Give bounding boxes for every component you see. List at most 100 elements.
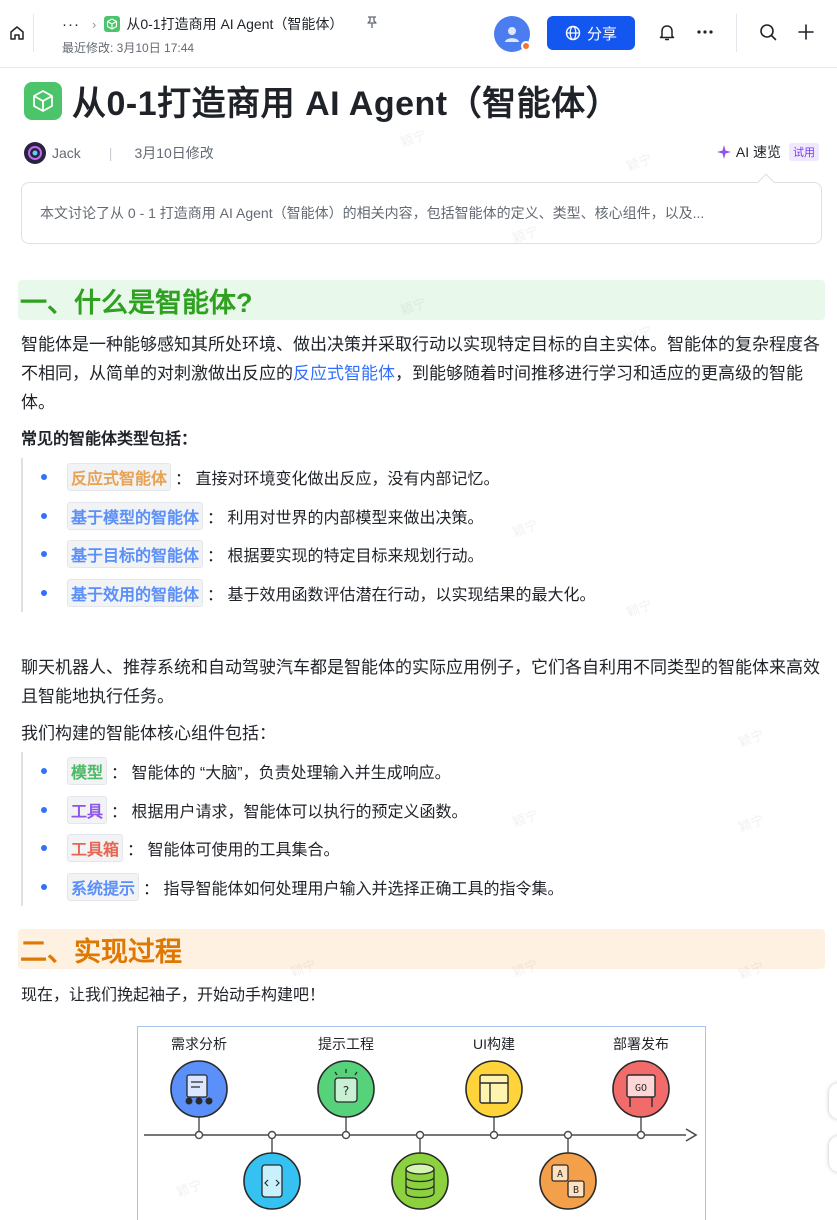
modified-date: 3月10日修改 bbox=[134, 145, 214, 161]
timeline-node bbox=[563, 1130, 573, 1140]
svg-text:GO: GO bbox=[635, 1083, 647, 1094]
type-desc: ： 根据要实现的特定目标来规划行动。 bbox=[207, 548, 484, 566]
watermark-text: 颖宁 bbox=[736, 811, 767, 835]
top-bar: ··· › 从0-1打造商用 AI Agent（智能体） 最近修改: 3月10日… bbox=[0, 0, 837, 68]
requirements-icon bbox=[170, 1060, 228, 1118]
bullet-dot bbox=[41, 883, 47, 890]
list-item: 基于效用的智能体 ： 基于效用函数评估潜在行动，以实现结果的最大化。 bbox=[23, 574, 595, 613]
breadcrumb: ··· › 从0-1打造商用 AI Agent（智能体） bbox=[62, 12, 379, 36]
list-item: 系统提示 ： 指导智能体如何处理用户输入并选择正确工具的指令集。 bbox=[23, 868, 563, 907]
section2-intro: 现在，让我们挽起袖子，开始动手构建吧！ bbox=[21, 987, 326, 1004]
ai-summary-box[interactable]: 本文讨论了从 0 - 1 打造商用 AI Agent（智能体）的相关内容，包括智… bbox=[21, 182, 822, 244]
bullet-dot bbox=[41, 589, 47, 596]
mobile-code-icon bbox=[243, 1152, 301, 1210]
list-item: 反应式智能体 ： 直接对环境变化做出反应，没有内部记忆。 bbox=[23, 458, 595, 497]
component-desc: ： 智能体的 “大脑”，负责处理输入并生成响应。 bbox=[111, 765, 451, 783]
component-term: 工具箱 bbox=[67, 834, 124, 863]
svg-text:?: ? bbox=[343, 1084, 349, 1098]
timeline-node bbox=[341, 1130, 351, 1140]
bullet-dot bbox=[41, 474, 47, 481]
last-modified-text: 最近修改: 3月10日 17:44 bbox=[62, 41, 195, 55]
database-icon bbox=[391, 1152, 449, 1210]
doc-cube-icon[interactable] bbox=[24, 81, 62, 120]
list-item: 模型 ： 智能体的 “大脑”，负责处理输入并生成响应。 bbox=[23, 752, 563, 791]
document-body: 从0-1打造商用 AI Agent（智能体） Jack | 3月10日修改 AI… bbox=[0, 68, 837, 1220]
section-heading-1: 一、什么是智能体? bbox=[18, 280, 825, 320]
ai-summary-button[interactable]: AI 速览 试用 bbox=[716, 142, 819, 162]
list-item: 工具箱 ： 智能体可使用的工具集合。 bbox=[23, 829, 563, 868]
timeline-node bbox=[636, 1130, 646, 1140]
process-diagram[interactable]: 需求分析 提示工程 UI构建 部署发布 ? GO A B bbox=[137, 1026, 706, 1220]
watermark-text: 颖宁 bbox=[624, 150, 655, 174]
component-desc: ： 根据用户请求，智能体可以执行的预定义函数。 bbox=[111, 803, 468, 821]
doc-meta: Jack | 3月10日修改 bbox=[24, 142, 214, 164]
breadcrumb-more-button[interactable]: ··· bbox=[62, 16, 80, 33]
globe-icon bbox=[565, 25, 581, 41]
home-icon bbox=[9, 26, 24, 40]
component-term: 模型 bbox=[67, 757, 108, 786]
user-avatar[interactable] bbox=[494, 16, 531, 52]
timeline-node bbox=[194, 1130, 204, 1140]
trial-badge: 试用 bbox=[789, 143, 819, 161]
ai-summary-label: AI 速览 bbox=[735, 144, 781, 160]
type-desc: ： 利用对世界的内部模型来做出决策。 bbox=[207, 509, 484, 527]
component-desc: ： 指导智能体如何处理用户输入并选择正确工具的指令集。 bbox=[143, 880, 564, 898]
list-item: 基于模型的智能体 ： 利用对世界的内部模型来做出决策。 bbox=[23, 497, 595, 536]
type-term: 基于目标的智能体 bbox=[67, 540, 204, 569]
reactive-agent-link[interactable]: 反应式智能体 bbox=[293, 364, 395, 383]
more-options-icon[interactable] bbox=[693, 20, 717, 44]
bullet-dot bbox=[41, 551, 47, 558]
bullet-dot bbox=[41, 806, 47, 813]
component-term: 工具 bbox=[67, 795, 108, 824]
home-button[interactable] bbox=[0, 14, 34, 52]
watermark-text: 颖宁 bbox=[624, 596, 655, 620]
toolbar-divider bbox=[736, 14, 737, 52]
doc-cube-icon bbox=[104, 16, 121, 32]
ui-build-icon bbox=[465, 1060, 523, 1118]
share-button[interactable]: 分享 bbox=[547, 16, 635, 50]
agent-types-list: 反应式智能体 ： 直接对环境变化做出反应，没有内部记忆。 基于模型的智能体 ： … bbox=[21, 458, 595, 612]
user-icon bbox=[505, 27, 519, 42]
status-dot bbox=[521, 41, 531, 51]
summary-text: 本文讨论了从 0 - 1 打造商用 AI Agent（智能体）的相关内容，包括智… bbox=[40, 205, 705, 221]
list-item: 工具 ： 根据用户请求，智能体可以执行的预定义函数。 bbox=[23, 791, 563, 830]
svg-text:B: B bbox=[573, 1185, 579, 1196]
component-term: 系统提示 bbox=[67, 872, 140, 901]
side-scroll-handle[interactable] bbox=[829, 1136, 837, 1172]
components-list: 模型 ： 智能体的 “大脑”，负责处理输入并生成响应。 工具 ： 根据用户请求，… bbox=[21, 752, 563, 906]
examples-paragraph: 聊天机器人、推荐系统和自动驾驶汽车都是智能体的实际应用例子，它们各自利用不同类型… bbox=[21, 658, 820, 706]
type-term: 基于模型的智能体 bbox=[67, 501, 204, 530]
prompt-engineering-icon: ? bbox=[317, 1060, 375, 1118]
section-heading-2: 二、实现过程 bbox=[18, 929, 825, 969]
breadcrumb-doc-title[interactable]: 从0-1打造商用 AI Agent（智能体） bbox=[126, 14, 343, 34]
bullet-dot bbox=[41, 768, 47, 775]
deploy-icon: GO bbox=[612, 1060, 670, 1118]
component-desc: ： 智能体可使用的工具集合。 bbox=[127, 842, 340, 860]
types-heading: 常见的智能体类型包括： bbox=[21, 431, 198, 448]
pin-icon[interactable] bbox=[365, 15, 379, 33]
side-scroll-handle[interactable] bbox=[829, 1083, 837, 1119]
bullet-dot bbox=[41, 512, 47, 519]
share-label: 分享 bbox=[586, 25, 617, 43]
list-item: 基于目标的智能体 ： 根据要实现的特定目标来规划行动。 bbox=[23, 535, 595, 574]
type-desc: ： 直接对环境变化做出反应，没有内部记忆。 bbox=[175, 471, 500, 489]
timeline-node bbox=[489, 1130, 499, 1140]
type-term: 反应式智能体 bbox=[67, 463, 172, 492]
plus-icon[interactable] bbox=[794, 20, 818, 44]
timeline-arrow-icon bbox=[685, 1128, 698, 1142]
timeline-node bbox=[267, 1130, 277, 1140]
sparkle-icon bbox=[716, 145, 731, 159]
doc-title-row: 从0-1打造商用 AI Agent（智能体） bbox=[24, 76, 620, 125]
author-name[interactable]: Jack bbox=[52, 145, 81, 161]
search-icon[interactable] bbox=[756, 20, 780, 44]
intro-paragraph: 智能体是一种能够感知其所处环境、做出决策并采取行动以实现特定目标的自主实体。智能… bbox=[21, 330, 821, 417]
author-avatar[interactable] bbox=[24, 142, 46, 164]
bullet-dot bbox=[41, 845, 47, 852]
type-desc: ： 基于效用函数评估潜在行动，以实现结果的最大化。 bbox=[207, 586, 596, 604]
bell-icon[interactable] bbox=[655, 20, 679, 44]
watermark-text: 颖宁 bbox=[398, 126, 429, 150]
page-title[interactable]: 从0-1打造商用 AI Agent（智能体） bbox=[72, 76, 620, 125]
timeline-graphic: ? GO A B bbox=[144, 1060, 698, 1210]
chevron-right-icon: › bbox=[92, 16, 97, 32]
type-term: 基于效用的智能体 bbox=[67, 578, 204, 607]
